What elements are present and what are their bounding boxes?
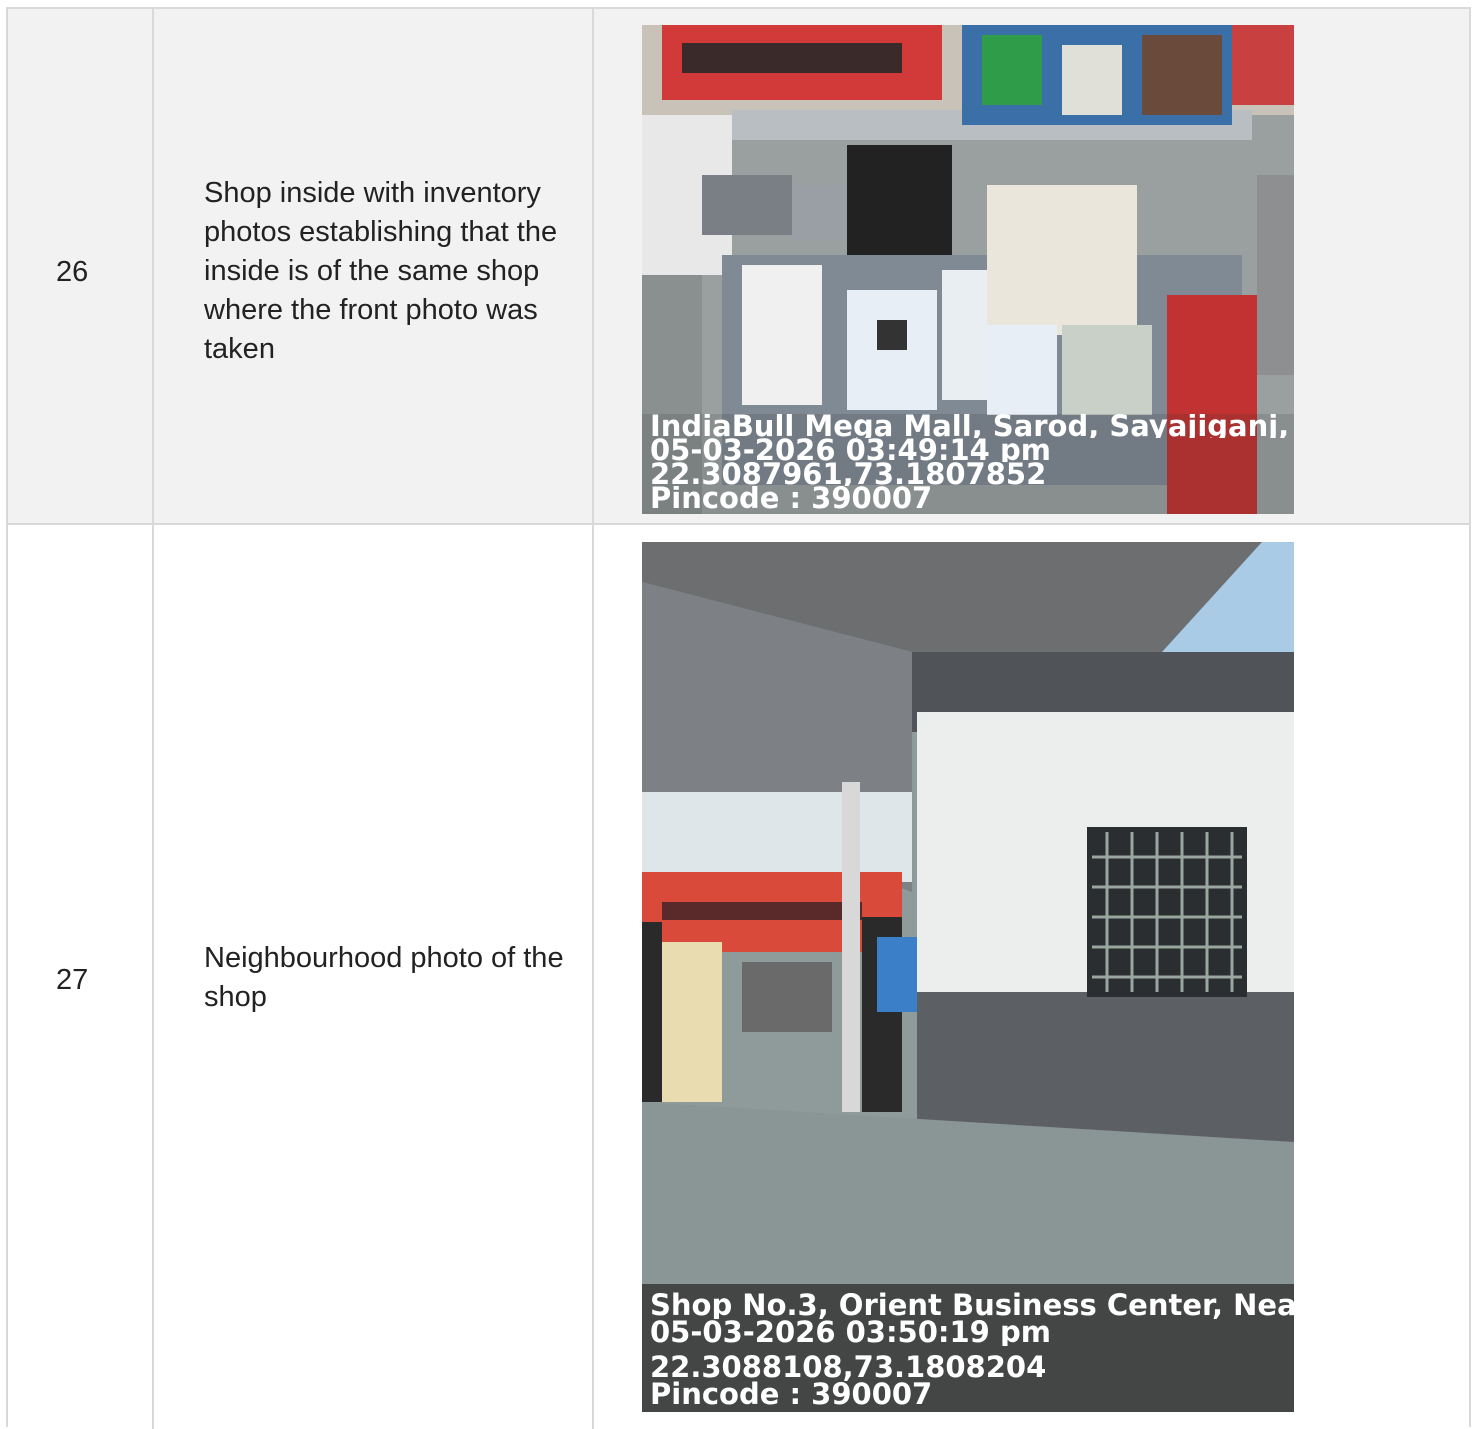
- stamp-pincode: Pincode : 390007: [650, 1381, 933, 1408]
- stamp-pincode: Pincode : 390007: [650, 486, 933, 510]
- description-cell: Shop inside with inventory photos establ…: [154, 9, 594, 523]
- serial-cell: 26: [8, 9, 154, 523]
- neighbourhood-image: [642, 542, 1294, 1412]
- stamp-datetime: 05-03-2026 03:50:19 pm: [650, 1319, 1051, 1346]
- shop-inside-photo: IndiaBull Mega Mall, Sarod, Sayajiganj, …: [642, 25, 1294, 514]
- table-row: 27 Neighbourhood photo of the shop Shop …: [8, 525, 1469, 1429]
- photo-description: Neighbourhood photo of the shop: [204, 942, 564, 1013]
- geo-stamp: Shop No.3, Orient Business Center, Near …: [642, 1284, 1294, 1412]
- neighbourhood-photo: Shop No.3, Orient Business Center, Near …: [642, 542, 1294, 1412]
- photo-table: 26 Shop inside with inventory photos est…: [6, 7, 1471, 1429]
- stamp-address: IndiaBull Mega Mall, Sarod, Sayajiganj, …: [650, 414, 1294, 438]
- photo-cell: Shop No.3, Orient Business Center, Near …: [594, 525, 1469, 1429]
- table-row: 26 Shop inside with inventory photos est…: [8, 9, 1469, 525]
- photo-cell: IndiaBull Mega Mall, Sarod, Sayajiganj, …: [594, 9, 1469, 523]
- stamp-coordinates: 22.3088108,73.1808204: [650, 1354, 1047, 1381]
- geo-stamp: IndiaBull Mega Mall, Sarod, Sayajiganj, …: [642, 414, 1294, 514]
- stamp-address: Shop No.3, Orient Business Center, Near …: [650, 1292, 1294, 1319]
- serial-cell: 27: [8, 525, 154, 1429]
- serial-number: 26: [56, 256, 89, 288]
- photo-description: Shop inside with inventory photos establ…: [204, 177, 558, 365]
- serial-number: 27: [56, 964, 89, 996]
- stamp-datetime: 05-03-2026 03:49:14 pm: [650, 438, 1051, 462]
- description-cell: Neighbourhood photo of the shop: [154, 525, 594, 1429]
- stamp-coordinates: 22.3087961,73.1807852: [650, 462, 1047, 486]
